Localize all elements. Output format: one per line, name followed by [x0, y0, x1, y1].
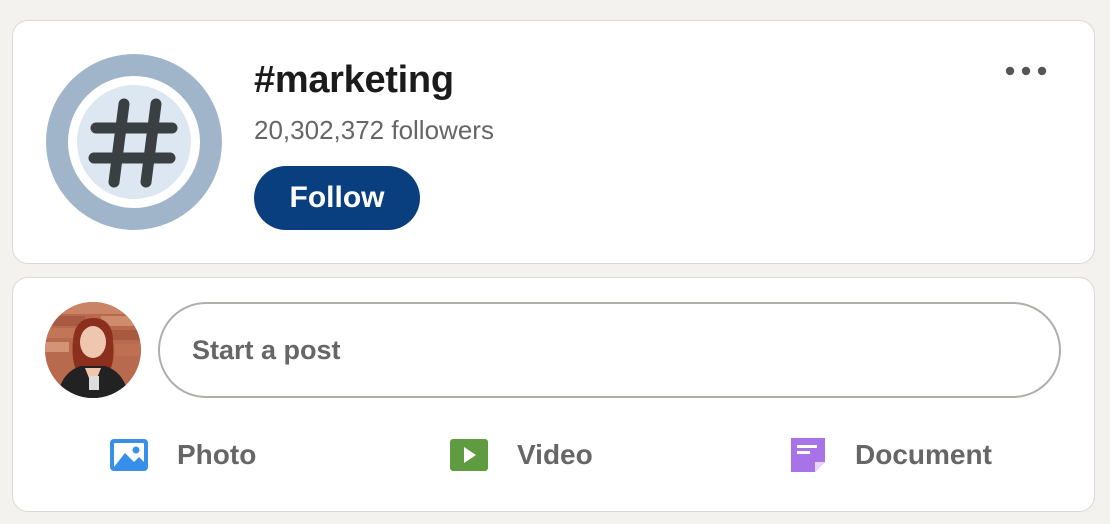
video-icon	[450, 439, 488, 471]
followers-count: 20,302,372 followers	[254, 115, 494, 145]
start-post-input[interactable]: Start a post	[158, 302, 1061, 398]
user-avatar[interactable]	[45, 302, 141, 398]
hashtag-card: #marketing 20,302,372 followers Follow	[12, 20, 1095, 264]
photo-label: Photo	[177, 439, 257, 470]
video-label: Video	[517, 439, 593, 470]
user-photo	[45, 302, 141, 398]
hashtag-avatar	[46, 54, 222, 230]
photo-icon	[110, 439, 148, 471]
document-label: Document	[855, 439, 992, 470]
hashtag-title: #marketing	[254, 59, 454, 101]
document-button[interactable]: Document	[789, 430, 992, 480]
document-icon	[791, 438, 825, 472]
more-options-button[interactable]	[1001, 51, 1051, 91]
more-horizontal-icon	[1005, 66, 1047, 76]
video-button[interactable]: Video	[449, 430, 593, 480]
hashtag-icon	[88, 98, 178, 188]
photo-button[interactable]: Photo	[109, 430, 256, 480]
post-composer-card: Start a post Photo Video Document	[12, 277, 1095, 512]
follow-button[interactable]: Follow	[254, 166, 420, 230]
